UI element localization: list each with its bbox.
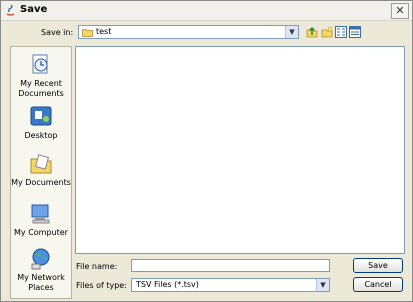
place-label: My Recent Documents — [18, 79, 64, 98]
up-folder-icon[interactable] — [306, 26, 318, 38]
place-label: Desktop — [24, 131, 58, 140]
my-computer-icon — [31, 204, 50, 224]
dialog-title: Save — [20, 4, 48, 15]
list-view-icon[interactable] — [335, 26, 347, 38]
save-dialog: Save ✕ Save in: test ▼ My Recent Documen… — [0, 0, 413, 302]
desktop-icon — [30, 106, 52, 126]
cancel-button[interactable]: Cancel — [353, 277, 403, 292]
place-my-computer[interactable]: My Computer — [11, 202, 71, 238]
place-label: My Documents — [11, 178, 71, 187]
save-in-combo[interactable]: test ▼ — [78, 25, 299, 39]
files-of-type-select[interactable]: TSV Files (*.tsv) ▼ — [131, 278, 330, 292]
places-bar: My Recent Documents Desktop My Documents — [10, 46, 72, 299]
close-icon: ✕ — [395, 4, 405, 17]
chevron-down-icon[interactable]: ▼ — [285, 26, 298, 38]
network-places-icon — [31, 248, 50, 270]
close-button[interactable]: ✕ — [391, 3, 409, 19]
file-list[interactable] — [75, 46, 405, 254]
file-name-input[interactable] — [131, 259, 330, 272]
save-in-label: Save in: — [41, 28, 74, 37]
place-desktop[interactable]: Desktop — [11, 105, 71, 141]
details-view-icon[interactable] — [349, 26, 361, 38]
new-folder-icon[interactable] — [321, 26, 333, 38]
title-bar: Save ✕ — [1, 1, 412, 21]
place-my-network-places[interactable]: My Network Places — [11, 247, 71, 293]
my-documents-icon — [30, 154, 52, 174]
java-app-icon — [6, 4, 15, 16]
file-name-label: File name: — [76, 262, 118, 271]
save-in-value: test — [96, 27, 112, 36]
place-my-documents[interactable]: My Documents — [11, 152, 71, 188]
chevron-down-icon[interactable]: ▼ — [316, 279, 329, 291]
save-button[interactable]: Save — [353, 258, 403, 273]
files-of-type-label: Files of type: — [76, 281, 127, 290]
folder-icon — [82, 29, 93, 37]
place-label: My Network Places — [17, 273, 65, 292]
place-label: My Computer — [14, 228, 68, 237]
recent-documents-icon — [32, 54, 48, 74]
place-recent-documents[interactable]: My Recent Documents — [11, 53, 71, 99]
files-of-type-value: TSV Files (*.tsv) — [136, 280, 199, 289]
